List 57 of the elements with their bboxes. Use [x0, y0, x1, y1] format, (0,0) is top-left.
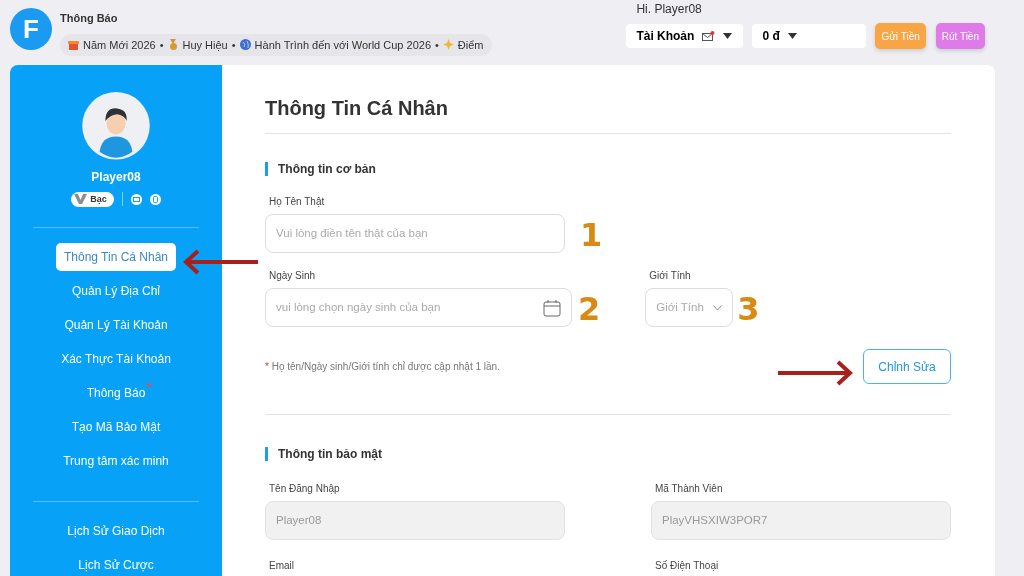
gender-select[interactable]: Giới Tính — [645, 288, 734, 327]
sidebar-item[interactable]: Trung tâm xác minh — [55, 447, 177, 476]
logo: F — [10, 8, 52, 50]
calendar-icon — [543, 298, 561, 317]
field-label: Ngày Sinh — [269, 270, 317, 282]
sidebar-item[interactable]: Thông Tin Cá Nhân — [55, 243, 177, 272]
ticker-item[interactable]: Huy Hiệu — [182, 36, 228, 53]
field-label: Tên Đăng Nhập — [269, 483, 341, 495]
globe-icon — [239, 39, 251, 51]
edit-button[interactable]: Chỉnh Sửa — [863, 349, 951, 384]
medal-icon — [167, 39, 179, 51]
sidebar-item[interactable]: Tạo Mã Bảo Mật — [63, 413, 169, 442]
mail-icon — [130, 193, 142, 205]
caret-icon — [723, 33, 733, 39]
sidebar-item[interactable]: Lịch Sử Giao Dịch — [59, 517, 173, 545]
balance-dropdown[interactable]: 0 đ — [752, 24, 867, 48]
rank-label: Bạc — [90, 192, 107, 206]
page-title: Thông Tin Cá Nhân — [265, 93, 951, 134]
withdraw-button[interactable]: Rút Tiền — [935, 23, 985, 49]
account-dropdown[interactable]: Tài Khoản — [626, 24, 744, 48]
ticker-item[interactable]: Điểm — [457, 36, 484, 53]
gift-icon — [68, 39, 79, 51]
separator-dot: • — [231, 37, 236, 53]
section-heading: Thông tin cơ bản — [265, 162, 951, 176]
section-heading: Thông tin bảo mật — [265, 447, 951, 461]
field-label: Họ Tên Thật — [269, 196, 326, 208]
readonly-field: PlayVHSXIW3POR7 — [651, 501, 951, 540]
separator-dot: • — [159, 37, 164, 53]
number-marker: 3 — [737, 293, 760, 325]
separator-dot: • — [435, 37, 439, 53]
avatar-icon — [81, 92, 151, 160]
field-label: Số Điện Thoại — [655, 560, 720, 572]
field-label: Giới Tính — [649, 270, 692, 282]
update-note: * Họ tên/Ngày sinh/Giới tính chỉ được cập nhật 1 lần. — [265, 360, 500, 374]
sidebar-item[interactable]: Lịch Sử Cược — [70, 551, 162, 576]
sidebar-item[interactable]: Xác Thực Tài Khoản — [53, 345, 179, 374]
date-input[interactable]: vui lòng chọn ngày sinh của bạn — [265, 288, 572, 327]
phone-icon — [149, 193, 161, 205]
sparkle-icon — [442, 39, 454, 51]
name-input[interactable]: Vui lòng điền tên thật của bạn — [265, 214, 565, 253]
v-badge-icon — [74, 194, 88, 205]
caret-icon — [787, 33, 797, 39]
chevron-icon — [713, 304, 723, 311]
username: Player08 — [91, 168, 141, 186]
deposit-button[interactable]: Gửi Tiền — [875, 23, 926, 49]
notice-title: Thông Báo — [60, 11, 119, 26]
ticker-item[interactable]: Hành Trình đến với World Cup 2026 — [254, 36, 431, 53]
greeting-text: Hi. Player08 — [636, 1, 703, 18]
ticker-item[interactable]: Năm Mới 2026 — [83, 36, 156, 53]
sidebar-item[interactable]: Thông Báo — [78, 379, 154, 408]
field-label: Email — [269, 560, 295, 572]
number-marker: 1 — [580, 219, 603, 251]
sidebar-item[interactable]: Quản Lý Địa Chỉ — [63, 277, 168, 306]
sidebar-item[interactable]: Quản Lý Tài Khoản — [56, 311, 176, 340]
number-marker: 2 — [578, 293, 601, 325]
readonly-field: Player08 — [265, 501, 565, 540]
field-label: Mã Thành Viên — [655, 483, 724, 495]
